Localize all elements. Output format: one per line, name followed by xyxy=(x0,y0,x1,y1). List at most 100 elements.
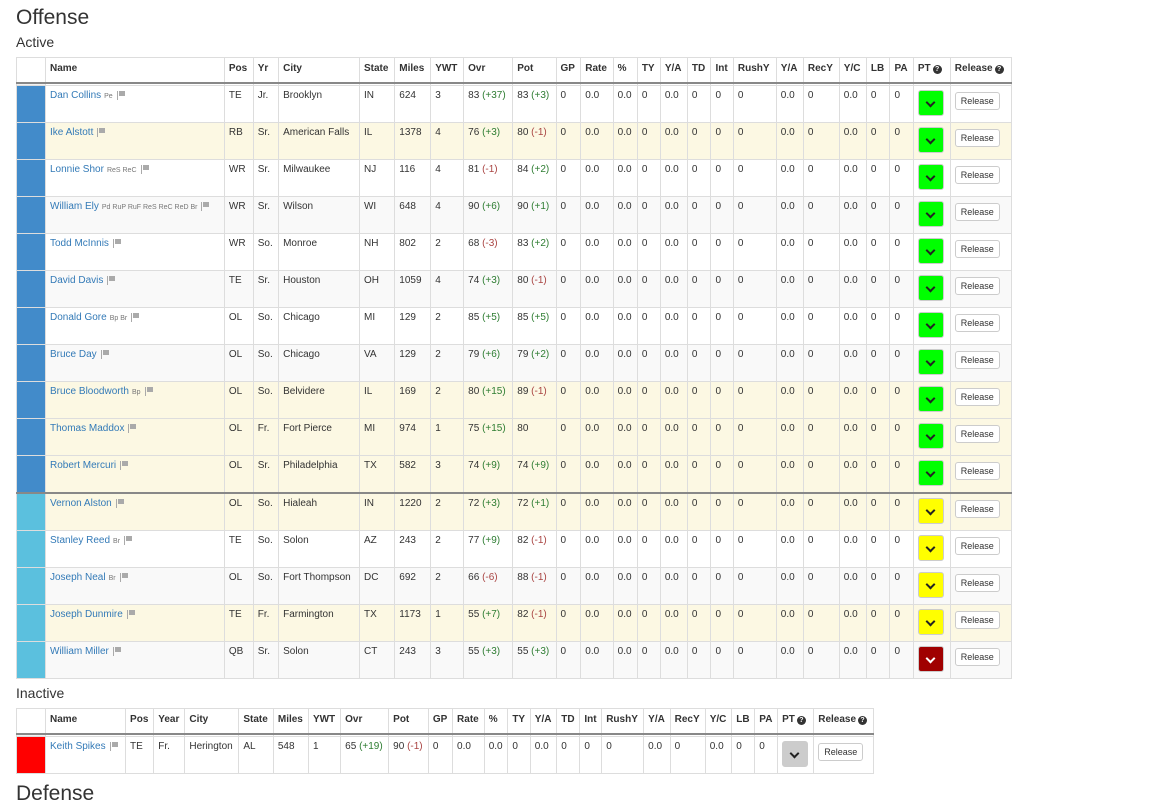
column-header[interactable]: LB xyxy=(731,708,756,735)
playing-time-dropdown[interactable] xyxy=(917,460,944,486)
flag-icon[interactable] xyxy=(140,165,150,174)
column-header[interactable]: GP xyxy=(427,708,454,735)
player-name-link[interactable]: Todd McInnis xyxy=(50,238,109,249)
player-name-link[interactable]: Joseph Neal xyxy=(50,572,106,583)
playing-time-dropdown[interactable] xyxy=(917,90,944,116)
player-name-link[interactable]: William Ely xyxy=(50,201,99,212)
column-header[interactable]: Y/A xyxy=(643,708,671,735)
column-header[interactable]: Ovr xyxy=(463,57,514,84)
player-name-link[interactable]: Keith Spikes xyxy=(50,741,106,752)
playing-time-dropdown[interactable] xyxy=(917,312,944,338)
player-name-link[interactable]: Lonnie Shor xyxy=(50,164,104,175)
playing-time-dropdown[interactable] xyxy=(917,609,944,635)
player-name-link[interactable]: Vernon Alston xyxy=(50,498,112,509)
column-header[interactable]: Release? xyxy=(949,57,1013,84)
column-header[interactable]: Pos xyxy=(223,57,254,84)
flag-icon[interactable] xyxy=(120,461,129,470)
release-button[interactable]: Release xyxy=(954,203,1000,221)
column-header[interactable]: RushY xyxy=(732,57,777,84)
flag-icon[interactable] xyxy=(201,202,210,211)
release-button[interactable]: Release xyxy=(954,351,1000,369)
column-header[interactable]: YWT xyxy=(430,57,465,84)
playing-time-dropdown[interactable] xyxy=(917,646,944,672)
playing-time-dropdown[interactable] xyxy=(917,275,944,301)
question-circle-icon[interactable]: ? xyxy=(994,65,1004,74)
flag-icon[interactable] xyxy=(109,742,119,751)
flag-icon[interactable] xyxy=(126,610,136,619)
column-header[interactable] xyxy=(16,57,46,84)
column-header[interactable]: TY xyxy=(636,57,661,84)
column-header[interactable]: GP xyxy=(555,57,582,84)
column-header[interactable]: Rate xyxy=(452,708,485,735)
playing-time-dropdown[interactable] xyxy=(782,741,809,767)
column-header[interactable]: PT? xyxy=(912,57,951,84)
column-header[interactable]: YWT xyxy=(307,708,342,735)
column-header[interactable]: City xyxy=(278,57,360,84)
playing-time-dropdown[interactable] xyxy=(917,201,944,227)
column-header[interactable]: RecY xyxy=(669,708,706,735)
player-name-link[interactable]: Thomas Maddox xyxy=(50,423,124,434)
column-header[interactable]: Int xyxy=(579,708,603,735)
flag-icon[interactable] xyxy=(128,424,137,433)
column-header[interactable]: Year xyxy=(153,708,186,735)
column-header[interactable]: Int xyxy=(710,57,734,84)
playing-time-dropdown[interactable] xyxy=(917,238,944,264)
column-header[interactable]: City xyxy=(184,708,240,735)
column-header[interactable]: Name xyxy=(44,708,127,735)
release-button[interactable]: Release xyxy=(954,500,1000,518)
release-button[interactable]: Release xyxy=(954,129,1000,147)
release-button[interactable]: Release xyxy=(954,425,1000,443)
release-button[interactable]: Release xyxy=(954,648,1000,666)
release-button[interactable]: Release xyxy=(954,388,1000,406)
column-header[interactable]: TD xyxy=(556,708,581,735)
column-header[interactable]: Miles xyxy=(272,708,309,735)
playing-time-dropdown[interactable] xyxy=(917,423,944,449)
flag-icon[interactable] xyxy=(115,499,125,508)
playing-time-dropdown[interactable] xyxy=(917,386,944,412)
column-header[interactable]: Pot xyxy=(388,708,429,735)
column-header[interactable]: Y/A xyxy=(659,57,688,84)
playing-time-dropdown[interactable] xyxy=(917,498,944,524)
column-header[interactable]: PT? xyxy=(777,708,815,735)
column-header[interactable]: % xyxy=(612,57,638,84)
column-header[interactable]: RecY xyxy=(802,57,840,84)
flag-icon[interactable] xyxy=(97,128,106,137)
column-header[interactable]: RushY xyxy=(601,708,645,735)
column-header[interactable]: PA xyxy=(754,708,779,735)
question-circle-icon[interactable]: ? xyxy=(932,65,942,74)
column-header[interactable]: Ovr xyxy=(340,708,390,735)
player-name-link[interactable]: Bruce Day xyxy=(50,349,97,360)
flag-icon[interactable] xyxy=(116,91,126,100)
column-header[interactable]: % xyxy=(483,708,509,735)
column-header[interactable]: TD xyxy=(686,57,712,84)
column-header[interactable]: Yr xyxy=(252,57,280,84)
flag-icon[interactable] xyxy=(131,313,140,322)
release-button[interactable]: Release xyxy=(954,92,1000,110)
column-header[interactable]: Miles xyxy=(394,57,432,84)
release-button[interactable]: Release xyxy=(954,277,1000,295)
release-button[interactable]: Release xyxy=(954,314,1000,332)
playing-time-dropdown[interactable] xyxy=(917,572,944,598)
column-header[interactable]: Y/C xyxy=(838,57,867,84)
column-header[interactable]: Pos xyxy=(125,708,155,735)
column-header[interactable]: State xyxy=(358,57,396,84)
release-button[interactable]: Release xyxy=(954,240,1000,258)
player-name-link[interactable]: Ike Alstott xyxy=(50,127,93,138)
column-header[interactable] xyxy=(16,708,46,735)
playing-time-dropdown[interactable] xyxy=(917,349,944,375)
column-header[interactable]: PA xyxy=(889,57,914,84)
column-header[interactable]: Release? xyxy=(813,708,874,735)
column-header[interactable]: Y/A xyxy=(775,57,804,84)
release-button[interactable]: Release xyxy=(954,574,1000,592)
flag-icon[interactable] xyxy=(107,276,116,285)
player-name-link[interactable]: Donald Gore xyxy=(50,312,107,323)
column-header[interactable]: TY xyxy=(507,708,531,735)
flag-icon[interactable] xyxy=(144,387,154,396)
flag-icon[interactable] xyxy=(124,536,133,545)
column-header[interactable]: Rate xyxy=(580,57,614,84)
playing-time-dropdown[interactable] xyxy=(917,535,944,561)
question-circle-icon[interactable]: ? xyxy=(796,716,806,725)
playing-time-dropdown[interactable] xyxy=(917,164,944,190)
column-header[interactable]: LB xyxy=(865,57,891,84)
player-name-link[interactable]: Joseph Dunmire xyxy=(50,609,123,620)
